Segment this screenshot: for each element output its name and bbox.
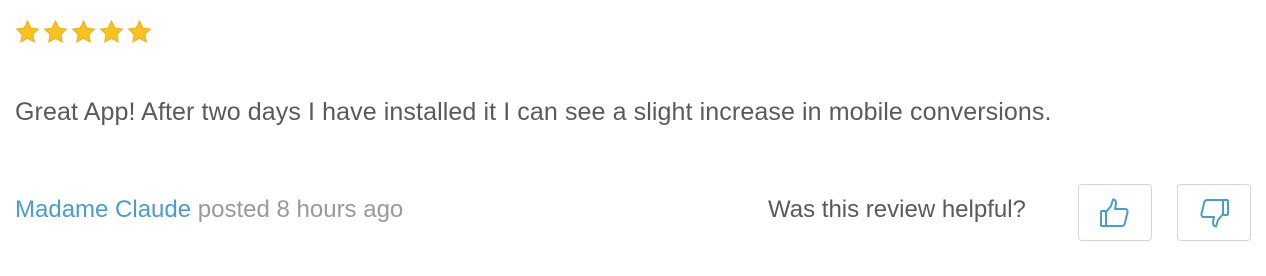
thumbs-down-icon [1197,196,1231,230]
star-rating [14,19,153,45]
author-link[interactable]: Madame Claude [15,196,191,223]
star-icon [98,19,125,45]
thumbs-up-icon [1098,196,1132,230]
star-icon [14,19,41,45]
helpful-question: Was this review helpful? [768,196,1026,223]
helpful-yes-button[interactable] [1078,184,1152,241]
review-card: Great App! After two days I have install… [0,0,1266,276]
posted-time: posted 8 hours ago [197,196,404,223]
star-icon [70,19,97,45]
star-icon [42,19,69,45]
helpful-no-button[interactable] [1177,184,1251,241]
star-icon [126,19,153,45]
review-meta: Madame Claude posted 8 hours ago [15,196,403,224]
review-text: Great App! After two days I have install… [15,98,1052,126]
